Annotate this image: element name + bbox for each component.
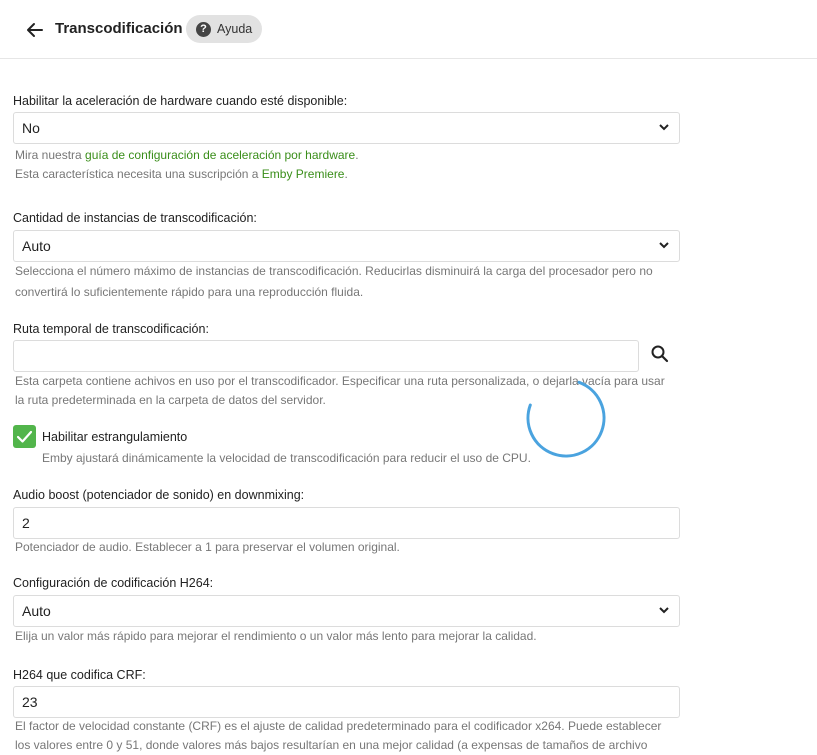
instances-select[interactable]: Auto: [13, 230, 680, 262]
instances-section: Cantidad de instancias de transcodificac…: [13, 210, 680, 299]
temp-path-section: Ruta temporal de transcodificación: Esta…: [13, 321, 680, 407]
chevron-down-icon: [659, 607, 669, 614]
h264-crf-section: H264 que codifica CRF: 23 El factor de v…: [13, 667, 680, 752]
chevron-down-icon: [659, 124, 669, 131]
page-header: Transcodificación ? Ayuda: [0, 0, 817, 59]
hw-accel-label: Habilitar la aceleración de hardware cua…: [13, 94, 348, 108]
help-label: Ayuda: [217, 22, 253, 36]
audio-boost-input[interactable]: 2: [13, 507, 680, 539]
hw-accel-desc-2-suffix: .: [344, 167, 348, 181]
h264-preset-select[interactable]: Auto: [13, 595, 680, 627]
h264-crf-value: 23: [22, 694, 38, 710]
page-title: Transcodificación: [55, 20, 183, 37]
help-button[interactable]: ? Ayuda: [186, 15, 262, 43]
back-arrow-icon[interactable]: [26, 21, 44, 39]
help-icon: ?: [196, 21, 211, 37]
hw-accel-select[interactable]: No: [13, 112, 680, 144]
instances-desc-2: convertirá lo suficientemente rápido par…: [15, 285, 364, 299]
hw-accel-desc-2: Esta característica necesita una suscrip…: [15, 164, 680, 184]
h264-preset-desc: Elija un valor más rápido para mejorar e…: [15, 629, 537, 643]
instances-label: Cantidad de instancias de transcodificac…: [13, 211, 257, 225]
h264-crf-label: H264 que codifica CRF:: [13, 668, 146, 682]
audio-boost-desc: Potenciador de audio. Establecer a 1 par…: [15, 540, 400, 554]
audio-boost-value: 2: [22, 515, 30, 531]
emby-premiere-link[interactable]: Emby Premiere: [262, 167, 345, 181]
hw-accel-desc-2-text: Esta característica necesita una suscrip…: [15, 167, 262, 181]
hw-accel-guide-link[interactable]: guía de configuración de aceleración por…: [85, 148, 355, 162]
checkmark-icon: [16, 430, 33, 443]
hw-accel-value: No: [22, 120, 40, 136]
h264-crf-desc-1: El factor de velocidad constante (CRF) e…: [15, 719, 662, 733]
throttle-label: Habilitar estrangulamiento: [42, 430, 188, 444]
audio-boost-label: Audio boost (potenciador de sonido) en d…: [13, 488, 305, 502]
hw-accel-desc-1-suffix: .: [355, 148, 359, 162]
temp-path-label: Ruta temporal de transcodificación:: [13, 322, 209, 336]
chevron-down-icon: [659, 242, 669, 249]
audio-boost-section: Audio boost (potenciador de sonido) en d…: [13, 487, 680, 554]
h264-crf-input[interactable]: 23: [13, 686, 680, 718]
h264-preset-label: Configuración de codificación H264:: [13, 576, 214, 590]
h264-preset-section: Configuración de codificación H264: Auto…: [13, 575, 680, 643]
hw-accel-desc-1-text: Mira nuestra: [15, 148, 86, 162]
search-icon[interactable]: [649, 343, 671, 365]
temp-path-input[interactable]: [13, 340, 639, 372]
h264-preset-value: Auto: [22, 603, 51, 619]
instances-desc-1: Selecciona el número máximo de instancia…: [15, 264, 653, 278]
throttle-checkbox[interactable]: [13, 425, 36, 448]
instances-value: Auto: [22, 238, 51, 254]
hw-accel-section: Habilitar la aceleración de hardware cua…: [13, 93, 680, 181]
loading-spinner-icon: [526, 380, 606, 458]
hw-accel-desc-1: Mira nuestra guía de configuración de ac…: [15, 145, 680, 165]
h264-crf-desc-2: los valores entre 0 y 51, donde valores …: [15, 738, 648, 752]
